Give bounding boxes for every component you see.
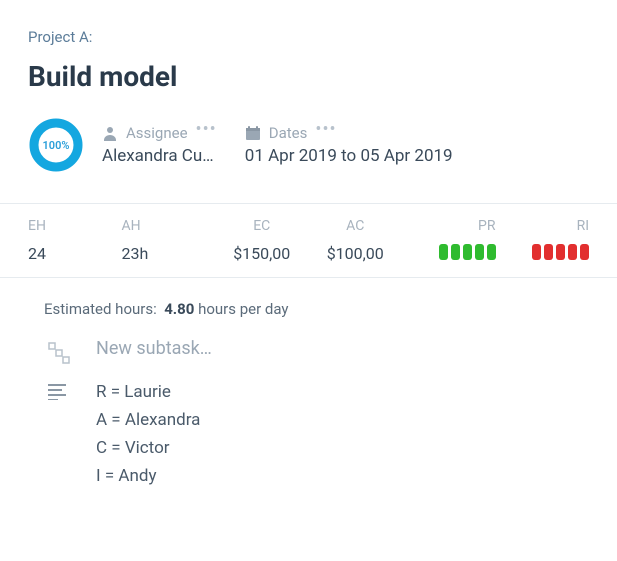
progress-ring[interactable]: 100% — [28, 117, 84, 173]
stat-value: 23h — [122, 244, 216, 263]
estimated-hours: Estimated hours: 4.80 hours per day — [0, 278, 617, 338]
dates-label: Dates — [269, 124, 308, 142]
pill — [439, 244, 448, 260]
raci-line: C = Victor — [96, 438, 617, 458]
pill — [451, 244, 460, 260]
stat-col-ec: EC $150,00 — [215, 218, 309, 263]
stat-header: AH — [122, 218, 216, 234]
stat-col-ac: AC $100,00 — [309, 218, 403, 263]
stat-col-ri: RI — [496, 218, 590, 263]
priority-pills — [402, 244, 496, 260]
stat-header: PR — [402, 218, 496, 234]
new-subtask-row[interactable]: New subtask… — [0, 338, 617, 364]
pill — [475, 244, 484, 260]
stat-header: AC — [309, 218, 403, 234]
raci-line: R = Laurie — [96, 382, 617, 402]
assignee-block[interactable]: Assignee ••• Alexandra Cu… — [102, 124, 217, 166]
raci-line: I = Andy — [96, 466, 617, 486]
project-label: Project A: — [28, 28, 589, 46]
meta-row: 100% Assignee ••• Alexandra Cu… Dates ••… — [28, 117, 589, 173]
stat-value: $150,00 — [215, 244, 309, 263]
stat-col-pr: PR — [402, 218, 496, 263]
assignee-value: Alexandra Cu… — [102, 146, 217, 166]
stat-header: EC — [215, 218, 309, 234]
dates-more-icon[interactable]: ••• — [315, 121, 336, 139]
text-lines-icon — [44, 382, 72, 486]
subtask-icon — [44, 338, 72, 364]
raci-list: R = Laurie A = Alexandra C = Victor I = And… — [96, 382, 617, 486]
dates-value: 01 Apr 2019 to 05 Apr 2019 — [245, 146, 453, 166]
risk-pills — [496, 244, 590, 260]
progress-percent: 100% — [28, 117, 84, 173]
stat-value: $100,00 — [309, 244, 403, 263]
pill — [580, 244, 589, 260]
assignee-more-icon[interactable]: ••• — [196, 121, 217, 139]
stat-col-eh: EH 24 — [28, 218, 122, 263]
description-row[interactable]: R = Laurie A = Alexandra C = Victor I = And… — [0, 382, 617, 486]
stat-header: EH — [28, 218, 122, 234]
pill — [532, 244, 541, 260]
stat-col-ah: AH 23h — [122, 218, 216, 263]
calendar-icon — [245, 125, 261, 141]
raci-line: A = Alexandra — [96, 410, 617, 430]
pill — [463, 244, 472, 260]
stat-header: RI — [496, 218, 590, 234]
stats-section: EH 24 AH 23h EC $150,00 AC $100,00 PR RI — [0, 203, 617, 278]
dates-block[interactable]: Dates ••• 01 Apr 2019 to 05 Apr 2019 — [245, 124, 453, 166]
pill — [568, 244, 577, 260]
subtask-input[interactable]: New subtask… — [96, 338, 617, 364]
stat-value: 24 — [28, 244, 122, 263]
assignee-label: Assignee — [126, 124, 188, 142]
person-icon — [102, 125, 118, 141]
pill — [487, 244, 496, 260]
task-title[interactable]: Build model — [28, 60, 589, 93]
pill — [544, 244, 553, 260]
pill — [556, 244, 565, 260]
